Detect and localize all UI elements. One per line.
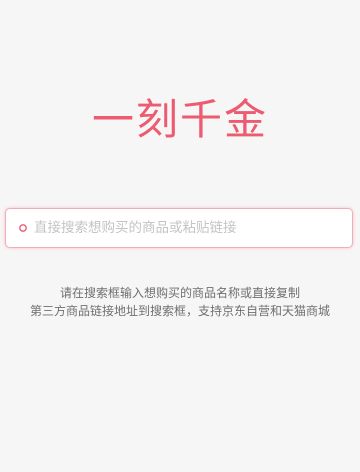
search-dot-icon (14, 223, 32, 233)
hint-line-2: 第三方商品链接地址到搜索框，支持京东自营和天猫商城 (29, 304, 330, 318)
hint-line-1: 请在搜索框输入想购买的商品名称或直接复制 (59, 286, 300, 300)
search-box[interactable] (5, 208, 353, 248)
app-logo: 一刻千金 (91, 95, 268, 144)
home-screen: 一刻千金 请在搜索框输入想购买的商品名称或直接复制 第三方商品链接地址到搜索框，… (0, 0, 360, 472)
search-input[interactable] (32, 210, 352, 246)
